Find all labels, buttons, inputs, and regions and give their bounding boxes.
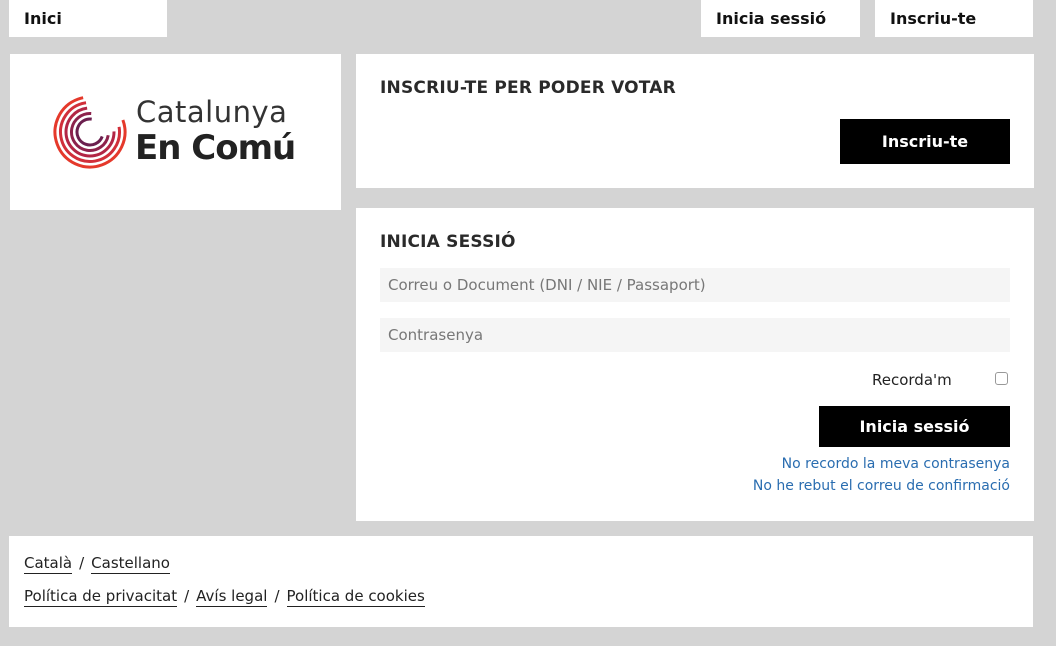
privacy-link[interactable]: Política de privacitat	[24, 587, 178, 607]
login-title: INICIA SESSIÓ	[380, 232, 516, 252]
user-input[interactable]	[380, 268, 1010, 302]
separator: /	[274, 587, 280, 605]
language-switcher: Català / Castellano	[24, 554, 170, 574]
register-title: INSCRIU-TE PER PODER VOTAR	[380, 78, 676, 98]
legal-notice-link[interactable]: Avís legal	[196, 587, 268, 607]
cookies-link[interactable]: Política de cookies	[286, 587, 425, 607]
password-input[interactable]	[380, 318, 1010, 352]
lang-castellano-link[interactable]: Castellano	[91, 554, 170, 574]
nav-register-button[interactable]: Inscriu-te	[875, 0, 1033, 37]
login-panel: INICIA SESSIÓ Recorda'm Inicia sessió No…	[356, 208, 1034, 521]
remember-checkbox[interactable]	[995, 372, 1008, 385]
register-panel: INSCRIU-TE PER PODER VOTAR Inscriu-te	[356, 54, 1034, 188]
logo-line1: Catalunya	[136, 95, 288, 129]
nav-home-button[interactable]: Inici	[9, 0, 167, 37]
logo-panel: Catalunya En Comú	[10, 54, 341, 210]
register-button[interactable]: Inscriu-te	[840, 119, 1010, 164]
forgot-password-link[interactable]: No recordo la meva contrasenya	[782, 456, 1010, 472]
logo-line2: En Comú	[135, 128, 296, 168]
resend-confirmation-link[interactable]: No he rebut el correu de confirmació	[753, 478, 1010, 494]
separator: /	[184, 587, 190, 605]
nav-login-button[interactable]: Inicia sessió	[701, 0, 860, 37]
remember-label: Recorda'm	[872, 371, 952, 389]
logo-circles-icon	[52, 94, 128, 174]
legal-links: Política de privacitat / Avís legal / Políti…	[24, 587, 425, 607]
lang-catala-link[interactable]: Català	[24, 554, 73, 574]
login-submit-button[interactable]: Inicia sessió	[819, 406, 1010, 447]
separator: /	[79, 554, 85, 572]
footer: Català / Castellano Política de privacitat…	[9, 536, 1033, 627]
